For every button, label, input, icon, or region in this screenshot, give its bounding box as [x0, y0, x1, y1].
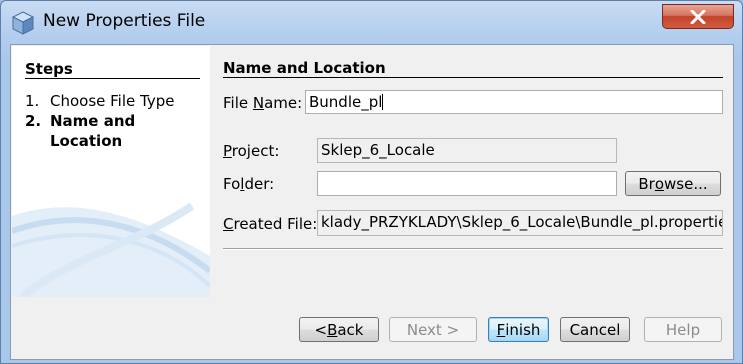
project-label: Project: — [223, 142, 280, 160]
close-icon — [690, 9, 706, 24]
step-number: 1. — [25, 92, 40, 110]
next-button[interactable]: Next > — [389, 317, 477, 342]
panel-divider — [223, 77, 723, 78]
step-item-choose-file-type: 1. Choose File Type — [25, 91, 174, 111]
close-button[interactable] — [662, 4, 734, 29]
created-file-label: Created File: — [223, 215, 318, 233]
dialog-content: Steps 1. Choose File Type 2. Name and Locat… — [10, 44, 734, 360]
step-number: 2. — [25, 112, 42, 130]
panel-heading: Name and Location — [223, 59, 386, 77]
file-name-input[interactable]: Bundle_pl — [305, 90, 723, 114]
title-bar[interactable]: New Properties File — [1, 1, 742, 43]
file-name-label: File Name: — [223, 94, 303, 112]
finish-button[interactable]: Finish — [488, 317, 549, 342]
project-field: Sklep_6_Locale — [317, 138, 617, 163]
decorative-swoosh — [12, 202, 210, 297]
steps-heading: Steps — [25, 60, 73, 78]
help-button[interactable]: Help — [644, 317, 722, 342]
dialog-window: New Properties File Steps 1. Choose File … — [0, 0, 743, 364]
created-file-field: klady_PRZYKLADY\Sklep_6_Locale\Bundle_pl… — [317, 210, 723, 236]
steps-divider — [25, 78, 200, 79]
window-title: New Properties File — [43, 11, 206, 31]
cancel-button[interactable]: Cancel — [560, 317, 630, 342]
step-label-line1: Name and — [50, 112, 136, 130]
step-label-line2: Location — [50, 132, 123, 150]
back-button[interactable]: < Back — [299, 317, 379, 342]
browse-button[interactable]: Br o wse... — [625, 171, 721, 196]
folder-input[interactable] — [317, 171, 617, 196]
file-name-value: Bundle_pl — [309, 93, 383, 111]
cube-icon — [11, 11, 35, 35]
steps-panel: Steps 1. Choose File Type 2. Name and Locat… — [12, 46, 210, 297]
step-label: Choose File Type — [50, 92, 175, 110]
separator-highlight — [223, 249, 723, 250]
step-item-name-and-location: 2. Name and Location — [25, 111, 135, 151]
text-caret — [382, 94, 384, 110]
folder-label: Folder: — [223, 175, 275, 193]
